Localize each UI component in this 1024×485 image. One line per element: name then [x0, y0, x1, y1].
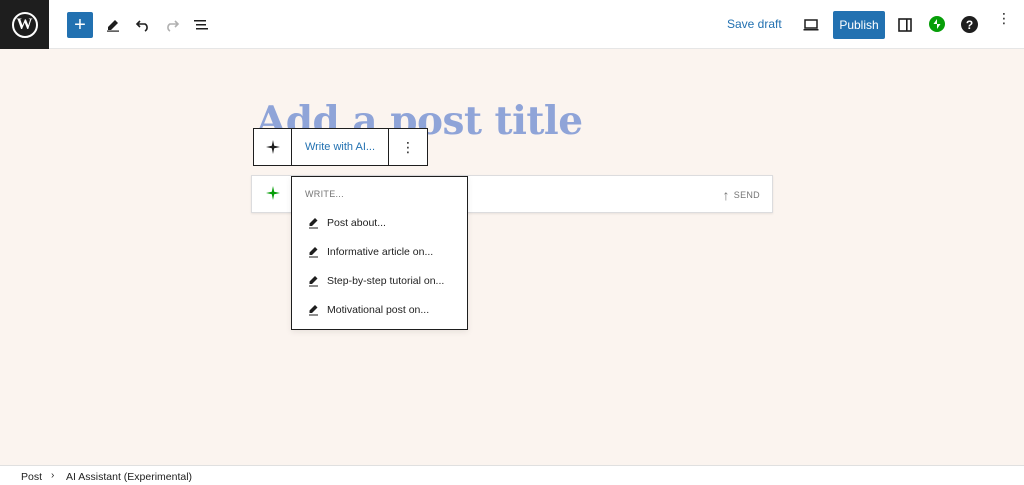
send-button[interactable]: ↑ SEND [722, 187, 760, 203]
breadcrumb-item-ai-assistant[interactable]: AI Assistant (Experimental) [66, 471, 192, 483]
menu-item-label: Informative article on... [327, 246, 434, 258]
write-with-ai-button[interactable]: Write with AI... [292, 129, 389, 165]
dropdown-header: WRITE... [305, 189, 344, 199]
sidebar-toggle-icon [898, 18, 912, 32]
publish-button[interactable]: Publish [833, 11, 885, 39]
tools-pencil-button[interactable] [100, 12, 126, 38]
menu-item-label: Motivational post on... [327, 304, 430, 316]
pencil-icon [107, 20, 119, 32]
menu-item-label: Step-by-step tutorial on... [327, 275, 445, 287]
menu-item-post-about[interactable]: Post about... [308, 213, 386, 233]
editor-header: W + Save draft Publish ? ⋮ [0, 0, 1024, 49]
send-label: SEND [733, 190, 760, 200]
ai-block-button[interactable] [254, 129, 292, 165]
menu-item-informative-article[interactable]: Informative article on... [308, 242, 433, 262]
desktop-preview-icon [803, 19, 819, 31]
preview-button[interactable] [798, 12, 824, 38]
menu-item-step-by-step-tutorial[interactable]: Step-by-step tutorial on... [308, 271, 444, 291]
breadcrumb: Post › AI Assistant (Experimental) [0, 465, 1024, 485]
list-view-icon [194, 20, 208, 30]
menu-item-motivational-post[interactable]: Motivational post on... [308, 300, 429, 320]
help-icon[interactable]: ? [961, 16, 978, 33]
undo-button[interactable] [130, 12, 156, 38]
undo-icon [135, 20, 148, 32]
chevron-right-icon: › [51, 470, 55, 481]
menu-item-label: Post about... [327, 217, 386, 229]
block-toolbar: Write with AI... ⋮ [253, 128, 428, 166]
pencil-icon [308, 304, 319, 316]
pencil-icon [308, 217, 319, 229]
add-block-button[interactable]: + [67, 12, 93, 38]
jetpack-icon[interactable] [929, 16, 945, 32]
ai-sparkle-icon [266, 186, 280, 205]
arrow-up-icon: ↑ [722, 187, 730, 203]
pencil-icon [308, 246, 319, 258]
wordpress-logo-button[interactable]: W [0, 0, 49, 49]
write-dropdown-menu: WRITE... Post about... Informative artic… [291, 176, 468, 330]
block-options-icon[interactable]: ⋮ [389, 129, 427, 165]
breadcrumb-item-post[interactable]: Post [21, 471, 42, 483]
save-draft-button[interactable]: Save draft [727, 17, 782, 31]
ai-sparkle-icon [265, 140, 280, 154]
options-menu-icon[interactable]: ⋮ [997, 11, 1011, 25]
wordpress-logo-icon: W [11, 11, 38, 38]
settings-sidebar-button[interactable] [892, 12, 918, 38]
redo-icon [167, 20, 180, 32]
pencil-icon [308, 275, 319, 287]
document-overview-button[interactable] [188, 12, 214, 38]
redo-button[interactable] [159, 12, 185, 38]
